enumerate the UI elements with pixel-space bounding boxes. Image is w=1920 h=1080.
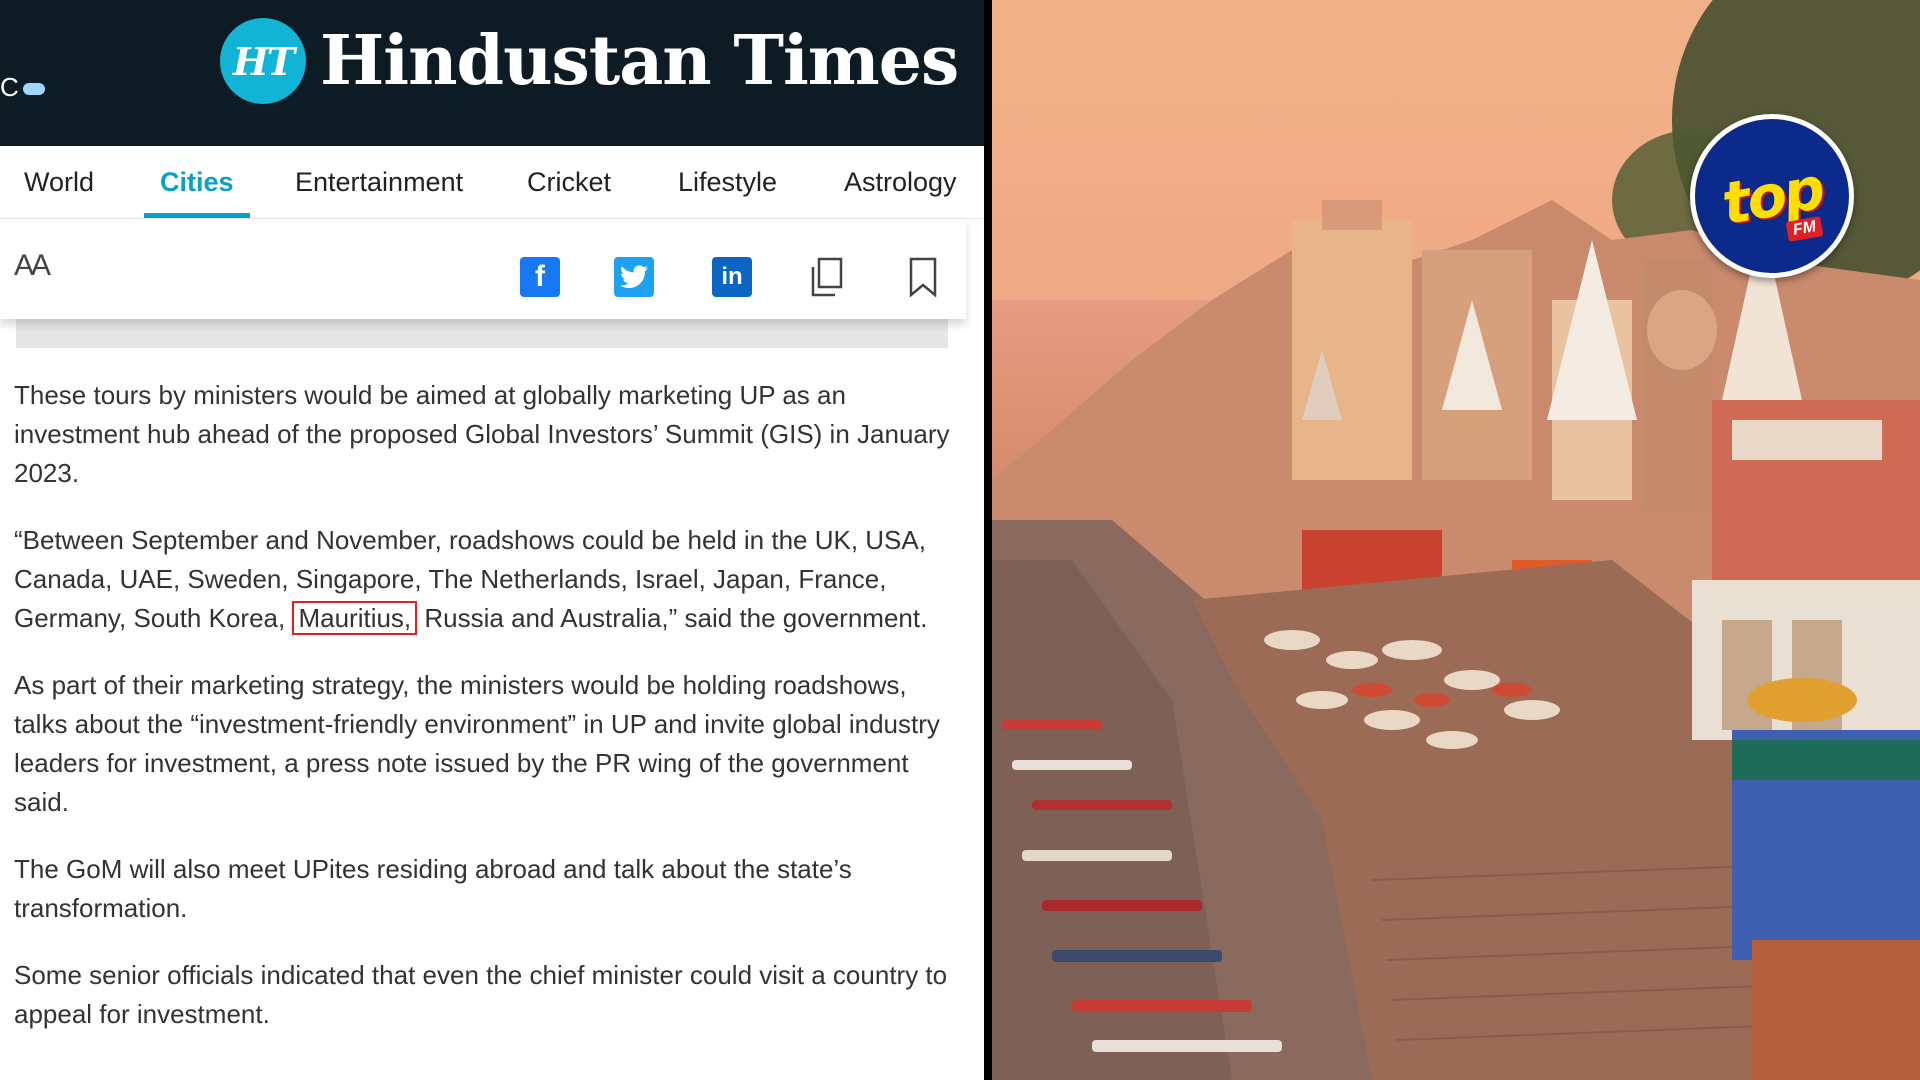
article-paragraph-4: The GoM will also meet UPites residing a… xyxy=(14,854,852,923)
panel-divider xyxy=(984,0,992,1080)
copy-icon[interactable] xyxy=(810,257,844,297)
article-paragraph-2: “Between September and November, roadsho… xyxy=(14,521,954,638)
article-paragraph-5: Some senior officials indicated that eve… xyxy=(14,960,948,1029)
ht-logo-mark: HT xyxy=(220,18,306,104)
top-fm-logo: top FM xyxy=(1690,114,1854,278)
nav-item-entertainment[interactable]: Entertainment xyxy=(295,146,463,218)
text-size-icon[interactable]: AA xyxy=(14,249,51,283)
article-body: These tours by ministers would be aimed … xyxy=(14,376,954,1062)
paragraph-2-end: Russia and Australia,” said the governme… xyxy=(424,603,928,633)
weather-widget[interactable]: C xyxy=(0,72,45,103)
nav-item-astrology[interactable]: Astrology xyxy=(844,146,957,218)
nav-item-world[interactable]: World xyxy=(24,146,94,218)
article-paragraph-1: These tours by ministers would be aimed … xyxy=(14,380,950,488)
site-name: Hindustan Times xyxy=(320,21,959,101)
masthead: C HT Hindustan Times xyxy=(0,0,984,146)
article-screenshot: C HT Hindustan Times World Cities Entert… xyxy=(0,0,984,1080)
twitter-icon[interactable] xyxy=(614,257,654,297)
weather-text: C xyxy=(0,72,19,102)
bookmark-icon[interactable] xyxy=(906,257,940,297)
highlighted-mauritius: Mauritius, xyxy=(292,601,418,635)
article-paragraph-3: As part of their marketing strategy, the… xyxy=(14,670,940,817)
facebook-icon[interactable]: f xyxy=(520,257,560,297)
nav-item-cricket[interactable]: Cricket xyxy=(527,146,611,218)
text-size-label: AA xyxy=(14,249,51,282)
category-nav: World Cities Entertainment Cricket Lifes… xyxy=(0,146,984,219)
article-toolbar: AA f in xyxy=(0,219,966,319)
nav-item-cities[interactable]: Cities xyxy=(144,146,249,218)
site-logo[interactable]: HT Hindustan Times xyxy=(220,16,959,106)
cloud-icon xyxy=(22,83,45,96)
nav-item-lifestyle[interactable]: Lifestyle xyxy=(678,146,777,218)
linkedin-icon[interactable]: in xyxy=(712,257,752,297)
